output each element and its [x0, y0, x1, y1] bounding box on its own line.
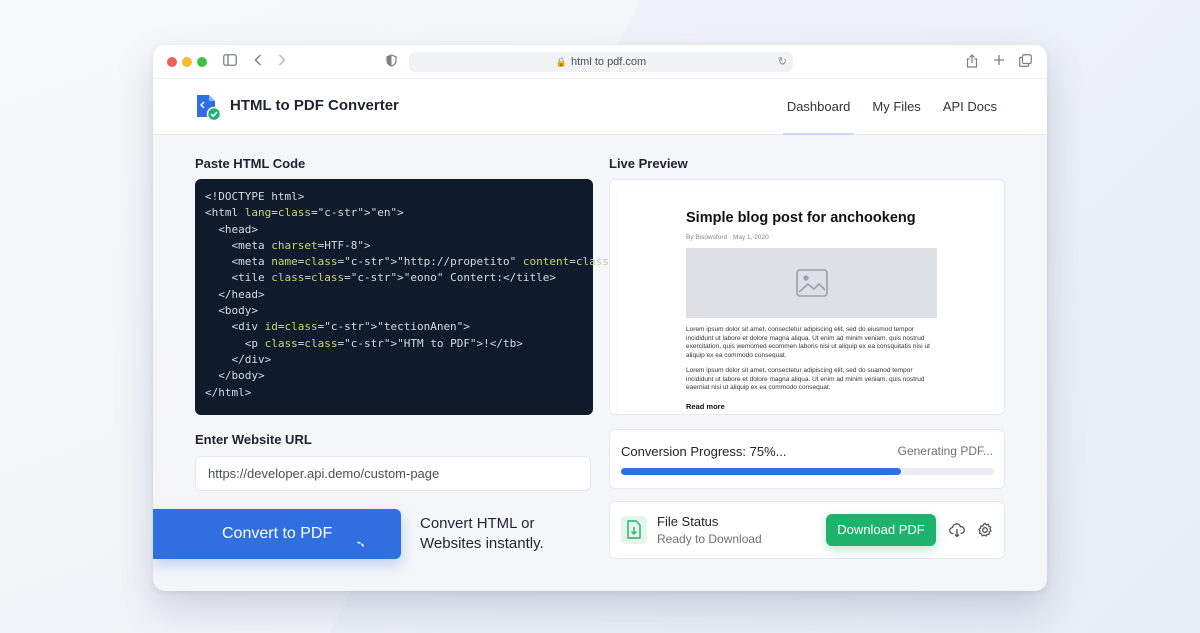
preview-page: Simple blog post for anchookeng By Bisow…: [618, 190, 996, 414]
blog-meta: By Bisowsford · May 1, 2020: [686, 234, 769, 241]
nav-dashboard[interactable]: Dashboard: [782, 79, 855, 135]
blog-title: Simple blog post for anchookeng: [686, 210, 916, 226]
download-pdf-button[interactable]: Download PDF: [826, 514, 936, 546]
minimize-window-button[interactable]: [182, 57, 192, 67]
nav-my-files[interactable]: My Files: [872, 79, 920, 135]
reload-icon[interactable]: ↻: [778, 52, 787, 72]
blog-image-placeholder: [686, 248, 937, 318]
html-code-editor[interactable]: <!DOCTYPE html> <html lang=class="c-str">…: [195, 179, 708, 415]
url-label: Enter Website URL: [195, 432, 312, 447]
share-icon[interactable]: [966, 54, 978, 72]
code-line: <tile class=class="c-str">"eono" Contert…: [205, 271, 557, 285]
progress-status: Generating PDF...: [897, 444, 993, 458]
code-line: <meta name=class="c-str">"http://propeti…: [205, 255, 708, 269]
code-line: <meta charset=HTF-8">: [205, 238, 371, 252]
progress-card: Conversion Progress: 75%... Generating P…: [609, 429, 1005, 489]
tabs-icon[interactable]: [1019, 54, 1032, 71]
code-line: </div>: [205, 352, 272, 366]
file-status-subtitle: Ready to Download: [657, 532, 762, 546]
read-more-link[interactable]: Read more: [686, 402, 725, 411]
website-url-input[interactable]: https://developer.api.demo/custom-page: [195, 456, 591, 491]
file-status-title: File Status: [657, 514, 719, 529]
cloud-download-icon[interactable]: [949, 522, 965, 538]
image-icon: [796, 269, 828, 297]
progress-bar-fill: [621, 468, 901, 475]
file-status-card: File Status Ready to Download Download P…: [609, 501, 1005, 559]
code-line: <html lang=class="c-str">"en">: [205, 206, 404, 220]
code-line: <head>: [205, 222, 258, 236]
shield-icon[interactable]: [386, 54, 397, 71]
convert-button-label: Convert to PDF: [222, 525, 333, 542]
convert-to-pdf-button[interactable]: Convert to PDF: [153, 509, 401, 559]
sidebar-icon[interactable]: [223, 54, 237, 70]
blog-paragraph-2: Lorem ipsum dolor sit amet, consectetur …: [686, 367, 925, 392]
gear-icon[interactable]: [977, 522, 993, 538]
code-line: </head>: [205, 287, 265, 301]
forward-icon[interactable]: [278, 54, 286, 70]
code-line: <p class=class="c-str">"HTM to PDF">!</t…: [205, 336, 523, 350]
address-bar[interactable]: 🔒 html to pdf.com ↻: [409, 52, 793, 72]
blog-paragraph-1: Lorem ipsum dolor sit amet, consectetur …: [686, 326, 930, 360]
maximize-window-button[interactable]: [197, 57, 207, 67]
app-header: HTML to PDF Converter Dashboard My Files…: [153, 79, 1047, 135]
preview-label: Live Preview: [609, 156, 688, 171]
tagline: Convert HTML or Websites instantly.: [420, 515, 544, 552]
code-line: <!DOCTYPE html>: [205, 190, 305, 203]
app-title: HTML to PDF Converter: [230, 97, 399, 114]
code-line: </html>: [205, 385, 252, 399]
code-line: </body>: [205, 369, 265, 383]
progress-label: Conversion Progress: 75%...: [621, 444, 787, 459]
logo-icon: [195, 93, 222, 122]
back-icon[interactable]: [254, 54, 262, 70]
code-line: <body>: [205, 304, 258, 318]
close-window-button[interactable]: [167, 57, 177, 67]
progress-bar: [621, 468, 994, 475]
address-text: html to pdf.com: [571, 56, 647, 68]
plus-icon[interactable]: [993, 54, 1005, 70]
browser-window: 🔒 html to pdf.com ↻ HTML to PDF Converter…: [153, 45, 1047, 591]
file-download-icon: [621, 516, 647, 544]
spinner-icon: [351, 526, 365, 549]
code-line: <div id=class="c-str">"tectionAnen">: [205, 320, 470, 334]
nav-api-docs[interactable]: API Docs: [943, 79, 997, 135]
live-preview-panel[interactable]: Simple blog post for anchookeng By Bisow…: [609, 179, 1005, 415]
main-nav: Dashboard My Files API Docs: [782, 79, 997, 135]
lock-icon: 🔒: [555, 57, 567, 67]
editor-label: Paste HTML Code: [195, 156, 306, 171]
browser-toolbar: 🔒 html to pdf.com ↻: [153, 45, 1047, 79]
